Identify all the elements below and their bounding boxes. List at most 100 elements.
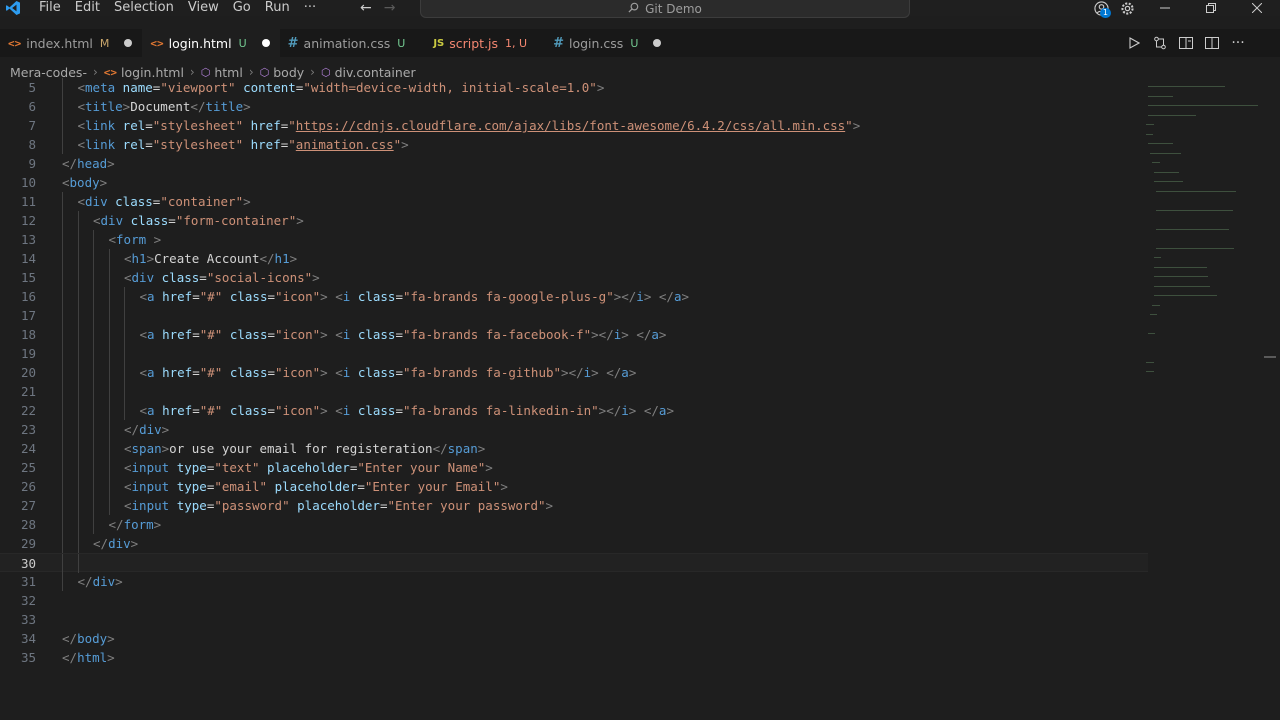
code-line[interactable]: 30 [0, 553, 1148, 573]
indent-guide [124, 363, 125, 382]
code-text: </html> [62, 650, 115, 665]
code-text: <meta name="viewport" content="width=dev… [77, 80, 605, 95]
line-number: 24 [20, 441, 36, 456]
menu-file[interactable]: File [32, 0, 68, 16]
code-line[interactable]: 12 <div class="form-container"> [0, 211, 1148, 230]
code-text: </head> [62, 156, 115, 171]
code-line[interactable]: 24 <span>or use your email for registerat… [0, 439, 1148, 458]
settings-gear-icon[interactable] [1116, 0, 1138, 16]
code-line[interactable]: 14 <h1>Create Account</h1> [0, 249, 1148, 268]
git-status-badge: M [99, 36, 110, 50]
code-line[interactable]: 31 </div> [0, 572, 1148, 591]
code-line[interactable]: 21 [0, 382, 1148, 401]
indent-guide [93, 268, 94, 287]
indent-guide [108, 439, 110, 458]
indent-guide [62, 268, 63, 287]
unsaved-dot-icon[interactable] [261, 39, 270, 47]
code-line[interactable]: 27 <input type="password" placeholder="En… [0, 496, 1148, 515]
menu-run[interactable]: Run [258, 0, 297, 16]
code-line[interactable]: 34 </body> [0, 629, 1148, 648]
code-line[interactable]: 13 <form > [0, 230, 1148, 249]
unsaved-dot-icon[interactable] [653, 39, 662, 47]
code-line[interactable]: 8 <link rel="stylesheet" href="animation.… [0, 135, 1148, 154]
menu-view[interactable]: View [181, 0, 226, 16]
split-editor-icon[interactable] [1204, 37, 1220, 49]
line-number: 15 [20, 270, 36, 285]
minimap-line [1146, 124, 1154, 125]
code-line[interactable]: 9 </head> [0, 154, 1148, 173]
menu-selection[interactable]: Selection [107, 0, 181, 16]
code-line[interactable]: 17 [0, 306, 1148, 325]
code-line[interactable]: 23 </div> [0, 420, 1148, 439]
line-number: 14 [20, 251, 36, 266]
line-number: 8 [28, 137, 36, 152]
code-line[interactable]: 11 <div class="container"> [0, 192, 1148, 211]
code-line[interactable]: 28 </form> [0, 515, 1148, 534]
code-line[interactable]: 15 <div class="social-icons"> [0, 268, 1148, 287]
menu-go[interactable]: Go [226, 0, 258, 16]
code-line[interactable]: 33 [0, 610, 1148, 629]
menu-edit[interactable]: Edit [68, 0, 107, 16]
indent-guide [124, 325, 125, 344]
minimap[interactable] [1142, 78, 1266, 398]
code-line[interactable]: 18 <a href="#" class="icon"> <i class="fa… [0, 325, 1148, 344]
menu-more[interactable]: ··· [297, 0, 323, 16]
tab-script-js[interactable]: JS script.js 1, U [415, 29, 537, 57]
code-line[interactable]: 19 [0, 344, 1148, 363]
indent-guide [124, 344, 125, 363]
code-text: <h1>Create Account</h1> [124, 251, 298, 266]
code-line[interactable]: 7 <link rel="stylesheet" href="https://cd… [0, 116, 1148, 135]
close-window-icon[interactable] [1234, 0, 1280, 16]
chevron-right-icon: › [248, 65, 254, 79]
code-line[interactable]: 32 [0, 591, 1148, 610]
more-actions-icon[interactable]: ··· [1230, 35, 1246, 51]
accounts-icon[interactable]: 1 [1090, 0, 1112, 18]
indent-guide [62, 554, 63, 573]
indent-guide [62, 287, 63, 306]
indent-guide [108, 363, 110, 382]
minimap-line [1154, 181, 1183, 182]
forward-arrow-icon[interactable]: → [384, 0, 396, 16]
code-line[interactable]: 25 <input type="text" placeholder="Enter … [0, 458, 1148, 477]
indent-guide [77, 344, 79, 363]
restore-icon[interactable] [1188, 0, 1234, 16]
unsaved-dot-icon[interactable] [124, 39, 133, 47]
code-line[interactable]: 20 <a href="#" class="icon"> <i class="fa… [0, 363, 1148, 382]
code-text: <a href="#" class="icon"> <i class="fa-b… [139, 365, 637, 380]
code-text: <a href="#" class="icon"> <i class="fa-b… [139, 327, 667, 342]
command-center[interactable]: Git Demo [420, 0, 910, 18]
back-arrow-icon[interactable]: ← [360, 0, 372, 16]
code-line[interactable]: 5 <meta name="viewport" content="width=de… [0, 78, 1148, 97]
line-number: 27 [20, 498, 36, 513]
scrollbar-marker[interactable] [1264, 356, 1276, 358]
minimize-icon[interactable] [1142, 0, 1188, 16]
chevron-right-icon: › [310, 65, 315, 79]
indent-guide [108, 477, 110, 496]
code-text: <link rel="stylesheet" href="animation.c… [77, 137, 409, 152]
tab-login-html[interactable]: <> login.html U [142, 29, 280, 57]
indent-guide [93, 420, 94, 439]
code-line[interactable]: 6 <title>Document</title> [0, 97, 1148, 116]
tab-animation-css[interactable]: # animation.css U [280, 29, 416, 57]
code-line[interactable]: 29 </div> [0, 534, 1148, 553]
indent-guide [62, 382, 63, 401]
compare-changes-icon[interactable] [1152, 36, 1168, 50]
code-line[interactable]: 22 <a href="#" class="icon"> <i class="fa… [0, 401, 1148, 420]
line-number: 30 [20, 556, 36, 571]
run-icon[interactable] [1126, 37, 1142, 49]
indent-guide [93, 515, 94, 534]
code-line[interactable]: 35 </html> [0, 648, 1148, 667]
minimap-line [1148, 95, 1174, 97]
code-line[interactable]: 10 <body> [0, 173, 1148, 192]
tab-index-html[interactable]: <> index.html M [0, 29, 142, 57]
line-number: 26 [20, 479, 36, 494]
open-preview-icon[interactable] [1178, 37, 1194, 49]
indent-guide [62, 477, 63, 496]
code-line[interactable]: 26 <input type="email" placeholder="Enter… [0, 477, 1148, 496]
code-line[interactable]: 16 <a href="#" class="icon"> <i class="fa… [0, 287, 1148, 306]
code-editor[interactable]: 5 <meta name="viewport" content="width=de… [0, 78, 1148, 708]
title-bar: File Edit Selection View Go Run ··· ← → … [0, 0, 1280, 18]
indent-guide [77, 382, 79, 401]
tab-login-css[interactable]: # login.css U [537, 29, 671, 57]
element-cube-icon: ⬡ [259, 65, 270, 79]
